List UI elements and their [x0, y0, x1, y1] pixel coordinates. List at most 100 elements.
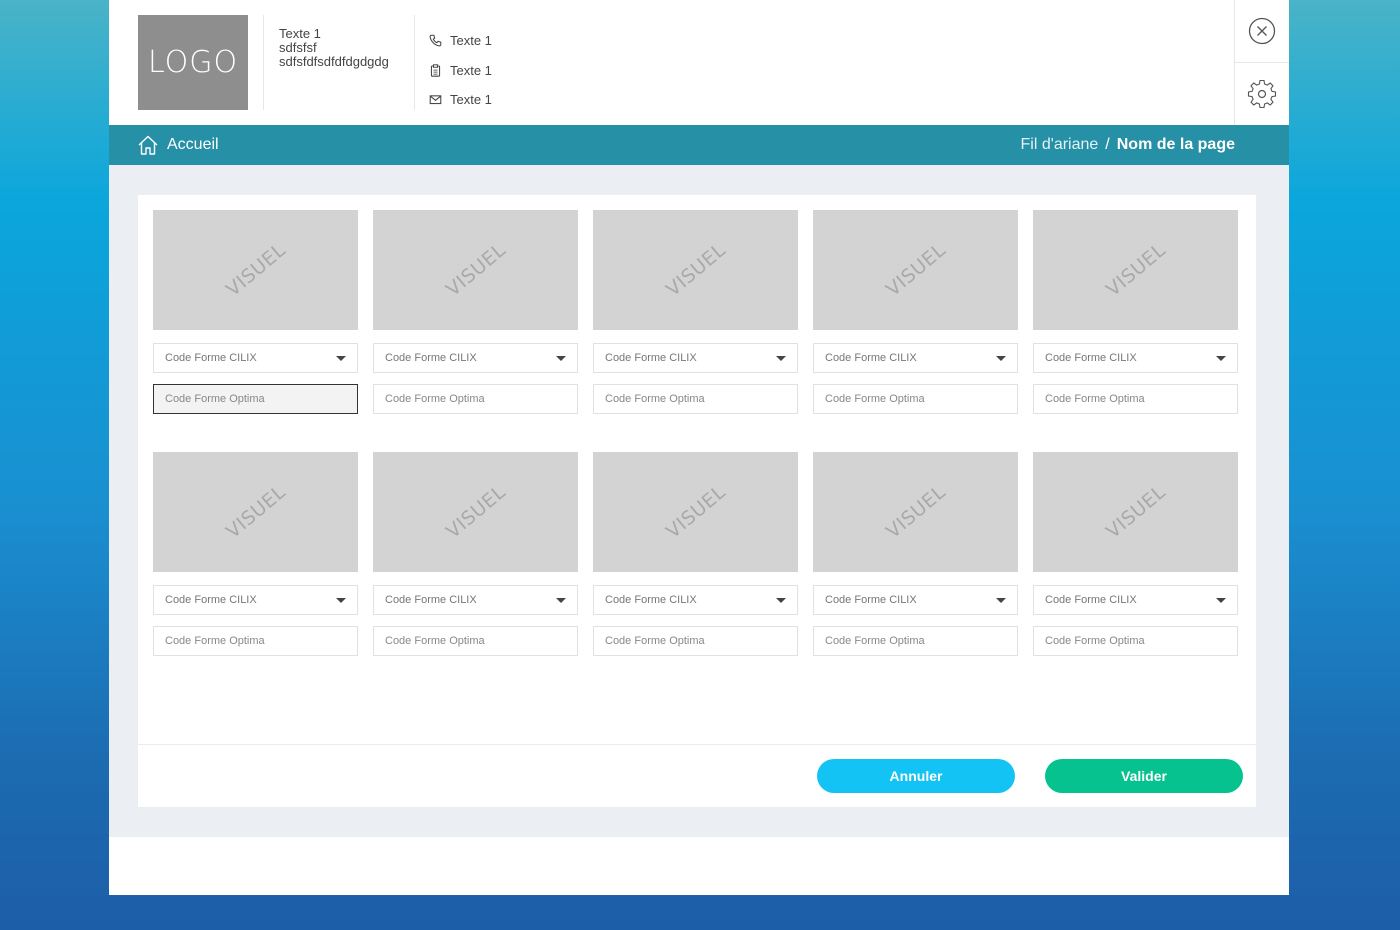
product-card: VISUEL Code Forme CILIX	[373, 210, 578, 414]
chevron-down-icon	[1216, 597, 1226, 603]
contact-clipboard-text: Texte 1	[450, 62, 492, 78]
visual-placeholder: VISUEL	[1033, 210, 1238, 330]
close-icon	[1248, 17, 1276, 45]
breadcrumb: Fil d'ariane / Nom de la page	[1021, 125, 1235, 165]
visual-label: VISUEL	[881, 239, 950, 301]
visual-placeholder: VISUEL	[153, 452, 358, 572]
visual-label: VISUEL	[221, 239, 290, 301]
product-card: VISUEL Code Forme CILIX	[593, 210, 798, 414]
cilix-code-select-label: Code Forme CILIX	[605, 594, 697, 606]
cilix-code-select-label: Code Forme CILIX	[605, 352, 697, 364]
optima-code-input[interactable]	[1033, 384, 1238, 414]
cilix-code-select-label: Code Forme CILIX	[1045, 594, 1137, 606]
optima-code-input[interactable]	[1033, 626, 1238, 656]
cilix-code-select[interactable]: Code Forme CILIX	[813, 585, 1018, 615]
cilix-code-select[interactable]: Code Forme CILIX	[593, 343, 798, 373]
visual-label: VISUEL	[881, 481, 950, 543]
optima-code-input[interactable]	[813, 626, 1018, 656]
info-line-1: Texte 1	[279, 26, 321, 41]
contact-mail: Texte 1	[429, 85, 492, 115]
optima-code-input[interactable]	[593, 626, 798, 656]
content-area: VISUEL Code Forme CILIX VISUEL Code Forme C…	[109, 165, 1289, 837]
close-button[interactable]	[1235, 0, 1289, 62]
header: LOGO Texte 1 sdfsfsf sdfsfdfsdfdfdgdgdg …	[109, 0, 1289, 125]
chevron-down-icon	[776, 597, 786, 603]
visual-label: VISUEL	[1101, 481, 1170, 543]
logo: LOGO	[138, 15, 248, 110]
info-line-3: sdfsfdfsdfdfdgdgdg	[279, 54, 389, 69]
visual-label: VISUEL	[441, 481, 510, 543]
optima-code-input[interactable]	[593, 384, 798, 414]
cilix-code-select-label: Code Forme CILIX	[385, 352, 477, 364]
visual-placeholder: VISUEL	[593, 452, 798, 572]
visual-label: VISUEL	[661, 481, 730, 543]
chevron-down-icon	[996, 597, 1006, 603]
contact-clipboard: Texte 1	[429, 56, 492, 86]
product-card: VISUEL Code Forme CILIX	[1033, 452, 1238, 656]
chevron-down-icon	[556, 355, 566, 361]
visual-label: VISUEL	[661, 239, 730, 301]
visual-label: VISUEL	[221, 481, 290, 543]
cilix-code-select[interactable]: Code Forme CILIX	[1033, 343, 1238, 373]
product-card: VISUEL Code Forme CILIX	[153, 210, 358, 414]
visual-placeholder: VISUEL	[1033, 452, 1238, 572]
home-link[interactable]: Accueil	[137, 125, 219, 165]
header-divider	[414, 15, 415, 110]
phone-icon	[429, 34, 442, 47]
info-line-2: sdfsfsf	[279, 40, 317, 55]
settings-button[interactable]	[1235, 62, 1289, 124]
contact-mail-text: Texte 1	[450, 92, 492, 108]
chevron-down-icon	[336, 597, 346, 603]
product-card: VISUEL Code Forme CILIX	[593, 452, 798, 656]
product-card: VISUEL Code Forme CILIX	[813, 452, 1018, 656]
visual-placeholder: VISUEL	[153, 210, 358, 330]
optima-code-input[interactable]	[373, 384, 578, 414]
product-card: VISUEL Code Forme CILIX	[153, 452, 358, 656]
clipboard-icon	[430, 64, 441, 77]
chevron-down-icon	[556, 597, 566, 603]
contact-phone-text: Texte 1	[450, 33, 492, 49]
product-card: VISUEL Code Forme CILIX	[373, 452, 578, 656]
cilix-code-select[interactable]: Code Forme CILIX	[153, 343, 358, 373]
optima-code-input[interactable]	[153, 384, 358, 414]
navbar: Accueil Fil d'ariane / Nom de la page	[109, 125, 1289, 165]
header-info: Texte 1 sdfsfsf sdfsfdfsdfdfdgdgdg	[279, 27, 389, 69]
contact-phone: Texte 1	[429, 26, 492, 56]
gear-icon	[1247, 79, 1277, 108]
cilix-code-select[interactable]: Code Forme CILIX	[593, 585, 798, 615]
chevron-down-icon	[776, 355, 786, 361]
cancel-button[interactable]: Annuler	[817, 759, 1015, 793]
breadcrumb-current: Nom de la page	[1116, 136, 1235, 153]
optima-code-input[interactable]	[373, 626, 578, 656]
cilix-code-select-label: Code Forme CILIX	[385, 594, 477, 606]
cilix-code-select[interactable]: Code Forme CILIX	[1033, 585, 1238, 615]
visual-placeholder: VISUEL	[813, 452, 1018, 572]
optima-code-input[interactable]	[153, 626, 358, 656]
app-window: LOGO Texte 1 sdfsfsf sdfsfdfsdfdfdgdgdg …	[109, 0, 1289, 895]
visual-placeholder: VISUEL	[373, 210, 578, 330]
cilix-code-select-label: Code Forme CILIX	[1045, 352, 1137, 364]
home-label: Accueil	[167, 136, 219, 153]
visual-placeholder: VISUEL	[813, 210, 1018, 330]
bottom-strip	[109, 837, 1289, 895]
visual-label: VISUEL	[1101, 239, 1170, 301]
optima-code-input[interactable]	[813, 384, 1018, 414]
cilix-code-select[interactable]: Code Forme CILIX	[373, 343, 578, 373]
header-actions	[1234, 0, 1289, 125]
cilix-code-select-label: Code Forme CILIX	[825, 352, 917, 364]
cilix-code-select-label: Code Forme CILIX	[165, 594, 257, 606]
validate-button[interactable]: Valider	[1045, 759, 1243, 793]
visual-placeholder: VISUEL	[373, 452, 578, 572]
chevron-down-icon	[1216, 355, 1226, 361]
cilix-code-select[interactable]: Code Forme CILIX	[813, 343, 1018, 373]
chevron-down-icon	[336, 355, 346, 361]
cilix-code-select[interactable]: Code Forme CILIX	[373, 585, 578, 615]
form-panel: VISUEL Code Forme CILIX VISUEL Code Forme C…	[138, 195, 1256, 807]
cilix-code-select-label: Code Forme CILIX	[825, 594, 917, 606]
cilix-code-select[interactable]: Code Forme CILIX	[153, 585, 358, 615]
breadcrumb-link[interactable]: Fil d'ariane	[1021, 136, 1099, 154]
footer-divider	[138, 744, 1256, 745]
visual-label: VISUEL	[441, 239, 510, 301]
breadcrumb-separator: /	[1105, 136, 1110, 153]
contact-list: Texte 1 Texte 1 Texte 1	[429, 26, 492, 115]
